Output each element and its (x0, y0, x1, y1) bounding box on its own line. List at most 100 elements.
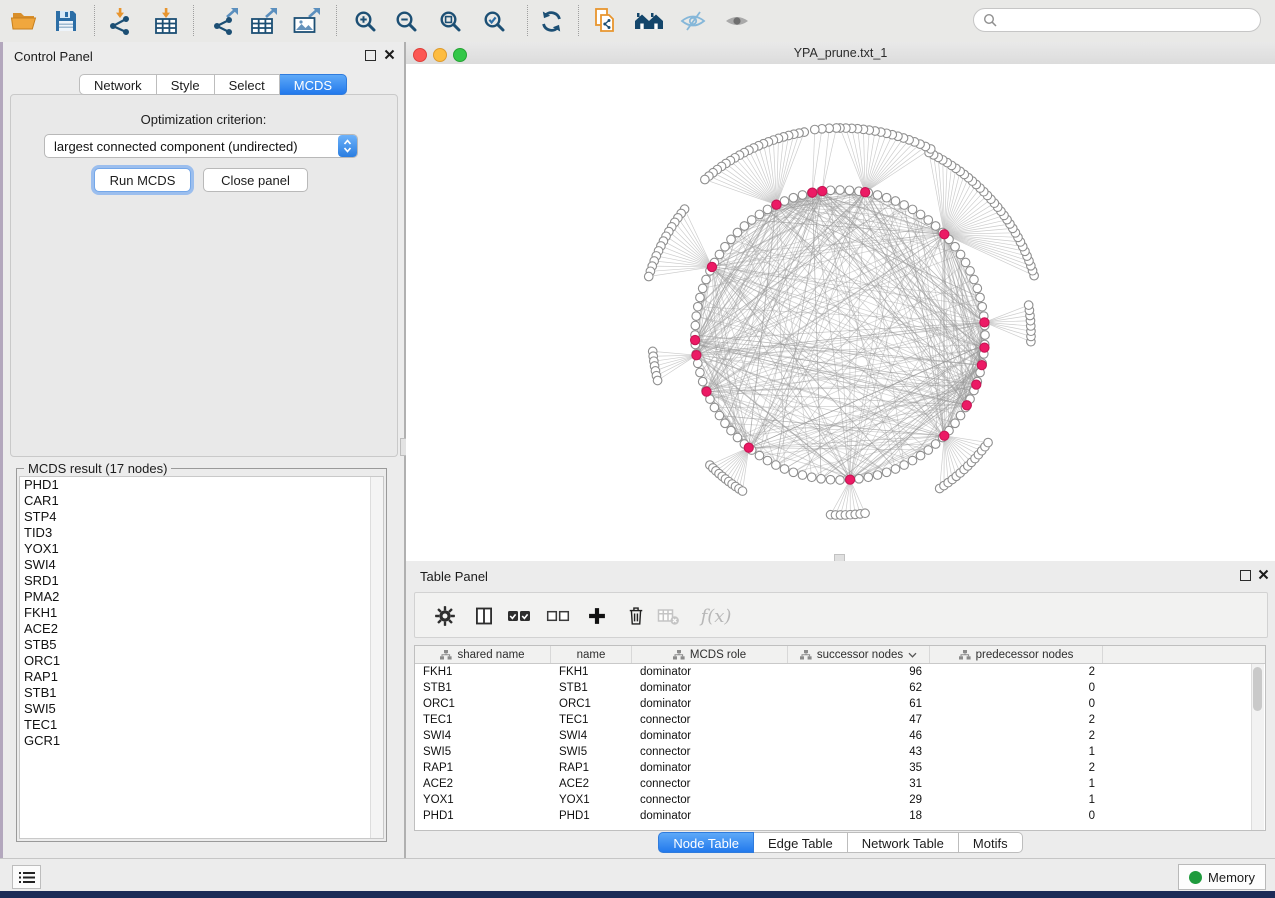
graph-node[interactable] (908, 205, 917, 214)
graph-node-selected[interactable] (940, 431, 949, 440)
graph-node[interactable] (916, 451, 925, 460)
cell-MCDS-role[interactable]: dominator (632, 760, 788, 776)
zoom-selected-icon[interactable] (476, 3, 512, 39)
mcds-result-list[interactable]: PHD1CAR1STP4TID3YOX1SWI4SRD1PMA2FKH1ACE2… (19, 476, 384, 839)
show-all-icon[interactable] (719, 3, 755, 39)
graph-node[interactable] (956, 250, 965, 259)
cell-shared-name[interactable]: FKH1 (415, 664, 551, 680)
first-neighbors-icon[interactable] (631, 3, 667, 39)
graph-node[interactable] (855, 474, 864, 483)
select-all-icon[interactable] (506, 603, 532, 629)
graph-node[interactable] (908, 456, 917, 465)
graph-node[interactable] (727, 426, 736, 435)
search-input[interactable] (998, 12, 1242, 28)
cell-shared-name[interactable]: YOX1 (415, 792, 551, 808)
graph-node[interactable] (702, 275, 711, 284)
column-header-successor-nodes[interactable]: successor nodes (788, 646, 930, 663)
graph-node[interactable] (900, 461, 909, 470)
table-row[interactable]: SWI5SWI5connector431 (415, 744, 1265, 760)
run-mcds-button[interactable]: Run MCDS (94, 168, 191, 192)
graph-node[interactable] (747, 216, 756, 225)
mcds-result-item[interactable]: SWI5 (20, 701, 383, 717)
cell-successor-nodes[interactable]: 31 (788, 776, 930, 792)
show-columns-icon[interactable] (471, 603, 497, 629)
graph-node[interactable] (710, 403, 719, 412)
mcds-result-item[interactable]: TID3 (20, 525, 383, 541)
network-search-box[interactable] (973, 8, 1261, 32)
cell-successor-nodes[interactable]: 61 (788, 696, 930, 712)
graph-node[interactable] (798, 191, 807, 200)
graph-node[interactable] (891, 465, 900, 474)
graph-node[interactable] (733, 433, 742, 442)
table-mode-gear-icon[interactable] (432, 603, 458, 629)
cell-predecessor-nodes[interactable]: 0 (930, 696, 1103, 712)
mcds-list-scrollbar[interactable] (370, 477, 383, 838)
cell-shared-name[interactable]: SWI4 (415, 728, 551, 744)
graph-node-selected[interactable] (980, 343, 989, 352)
graph-node-selected[interactable] (962, 401, 971, 410)
cell-shared-name[interactable]: ACE2 (415, 776, 551, 792)
graph-node[interactable] (692, 312, 701, 321)
task-history-button[interactable] (12, 865, 41, 889)
cell-name[interactable]: FKH1 (551, 664, 632, 680)
graph-node[interactable] (733, 228, 742, 237)
zoom-fit-icon[interactable] (432, 3, 468, 39)
float-table-panel-icon[interactable] (1240, 570, 1251, 581)
cell-name[interactable]: RAP1 (551, 760, 632, 776)
cell-name[interactable]: STB1 (551, 680, 632, 696)
table-scrollbar[interactable] (1251, 664, 1264, 830)
graph-node[interactable] (772, 461, 781, 470)
graph-node-selected[interactable] (808, 188, 817, 197)
graph-node[interactable] (763, 456, 772, 465)
cell-name[interactable]: TEC1 (551, 712, 632, 728)
cell-MCDS-role[interactable]: connector (632, 776, 788, 792)
cell-predecessor-nodes[interactable]: 1 (930, 776, 1103, 792)
cell-successor-nodes[interactable]: 43 (788, 744, 930, 760)
zoom-out-icon[interactable] (388, 3, 424, 39)
mcds-result-item[interactable]: ACE2 (20, 621, 383, 637)
graph-node-selected[interactable] (744, 443, 753, 452)
graph-node-selected[interactable] (846, 475, 855, 484)
graph-node[interactable] (970, 275, 979, 284)
graph-node-selected[interactable] (702, 387, 711, 396)
open-file-icon[interactable] (7, 3, 43, 39)
column-header-name[interactable]: name (551, 646, 632, 663)
graph-node[interactable] (966, 267, 975, 276)
graph-node[interactable] (976, 293, 985, 302)
graph-node[interactable] (807, 473, 816, 482)
node-table[interactable]: shared namenameMCDS rolesuccessor nodesp… (414, 645, 1266, 831)
column-header-predecessor-nodes[interactable]: predecessor nodes (930, 646, 1103, 663)
cell-predecessor-nodes[interactable]: 0 (930, 808, 1103, 824)
graph-node[interactable] (698, 377, 707, 386)
cell-predecessor-nodes[interactable]: 0 (930, 680, 1103, 696)
graph-node[interactable] (653, 376, 662, 385)
cell-shared-name[interactable]: ORC1 (415, 696, 551, 712)
cell-MCDS-role[interactable]: connector (632, 792, 788, 808)
graph-node[interactable] (727, 235, 736, 244)
table-row[interactable]: ACE2ACE2connector311 (415, 776, 1265, 792)
graph-node[interactable] (721, 242, 730, 251)
graph-node[interactable] (780, 465, 789, 474)
mcds-result-item[interactable]: FKH1 (20, 605, 383, 621)
graph-node[interactable] (924, 216, 933, 225)
mcds-result-item[interactable]: SWI4 (20, 557, 383, 573)
table-row[interactable]: PHD1PHD1dominator180 (415, 808, 1265, 824)
cell-shared-name[interactable]: RAP1 (415, 760, 551, 776)
graph-node[interactable] (981, 331, 990, 340)
graph-node[interactable] (826, 475, 835, 484)
tab-style[interactable]: Style (157, 74, 215, 95)
graph-node[interactable] (951, 419, 960, 428)
cell-predecessor-nodes[interactable]: 1 (930, 744, 1103, 760)
cell-successor-nodes[interactable]: 18 (788, 808, 930, 824)
mcds-result-item[interactable]: GCR1 (20, 733, 383, 749)
graph-node[interactable] (973, 284, 982, 293)
cell-successor-nodes[interactable]: 62 (788, 680, 930, 696)
tab-network[interactable]: Network (79, 74, 157, 95)
cell-MCDS-role[interactable]: dominator (632, 664, 788, 680)
cell-predecessor-nodes[interactable]: 1 (930, 792, 1103, 808)
cell-name[interactable]: SWI5 (551, 744, 632, 760)
mcds-result-item[interactable]: STP4 (20, 509, 383, 525)
graph-node[interactable] (951, 242, 960, 251)
mcds-result-item[interactable]: PMA2 (20, 589, 383, 605)
close-table-panel-icon[interactable] (1258, 569, 1269, 580)
